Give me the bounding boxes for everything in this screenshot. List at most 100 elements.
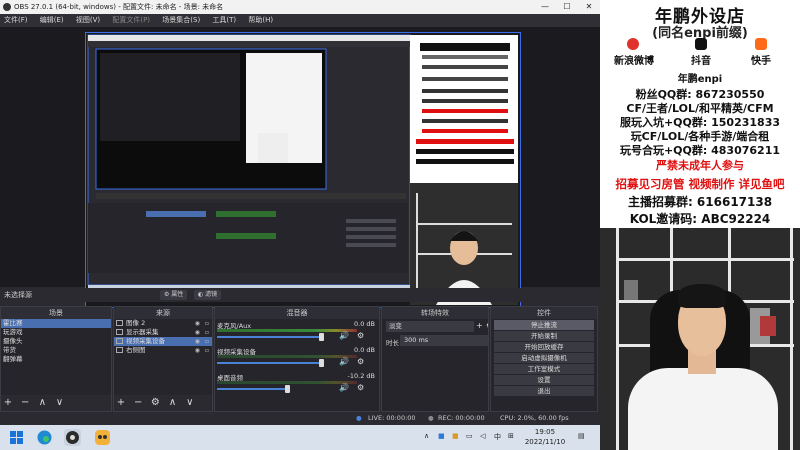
start-replay-buffer-button[interactable]: 开始回放缓存	[494, 342, 594, 352]
transition-select[interactable]: 淡变	[386, 321, 474, 332]
menu-view[interactable]: 视图(V)	[72, 14, 106, 27]
stop-streaming-button[interactable]: 停止推流	[494, 320, 594, 330]
source-item[interactable]: 显示器采集 ◉ ▫	[114, 328, 212, 337]
scene-item[interactable]: 带货	[1, 346, 111, 355]
ime-indicator[interactable]: 中	[494, 432, 501, 442]
shelf-item	[624, 280, 638, 300]
move-up-button[interactable]: ∧	[35, 395, 49, 411]
menu-profile[interactable]: 配置文件(P)	[108, 14, 156, 27]
speaker-icon[interactable]: 🔊	[339, 357, 349, 366]
duration-input[interactable]: 300 ms	[400, 335, 488, 346]
scenes-footer: + − ∧ ∨	[1, 395, 111, 411]
camera-icon	[116, 338, 123, 344]
status-bar: ● LIVE: 00:00:00 ● REC: 00:00:00 CPU: 2.…	[0, 412, 600, 425]
volume-icon[interactable]: ◁	[480, 432, 485, 440]
person-hair	[678, 284, 726, 308]
remove-scene-button[interactable]: −	[18, 395, 32, 411]
move-down-button[interactable]: ∨	[53, 395, 67, 411]
filters-label: 滤镜	[205, 291, 218, 298]
filters-button[interactable]: ◐ 滤镜	[194, 290, 222, 300]
eye-icon[interactable]: ◉	[195, 337, 200, 346]
close-button[interactable]: ✕	[578, 0, 600, 14]
volume-knob[interactable]	[319, 333, 324, 341]
person-shirt	[628, 368, 778, 450]
controls-body: 停止推流 开始录制 开始回放缓存 启动虚拟摄像机 工作室模式 设置 退出	[491, 319, 597, 411]
image-icon	[116, 347, 123, 353]
properties-button[interactable]: ⚙ 属性	[160, 290, 188, 300]
menu-edit[interactable]: 编辑(E)	[36, 14, 70, 27]
volume-knob[interactable]	[319, 359, 324, 367]
lock-icon[interactable]: ▫	[205, 328, 209, 337]
clock[interactable]: 19:05 2022/11/10	[520, 427, 570, 447]
gear-icon[interactable]: ⚙	[357, 331, 364, 340]
lock-icon[interactable]: ▫	[205, 319, 209, 328]
channel-db: 0.0 dB	[354, 320, 375, 328]
volume-knob[interactable]	[285, 385, 290, 393]
menu-help[interactable]: 帮助(H)	[244, 14, 279, 27]
add-scene-button[interactable]: +	[1, 395, 15, 411]
platform-douyin: 抖音	[691, 56, 711, 67]
start-recording-button[interactable]: 开始录制	[494, 331, 594, 341]
source-label: 图像 2	[126, 319, 146, 327]
source-item[interactable]: 右侧图 ◉ ▫	[114, 346, 212, 355]
move-up-button[interactable]: ∧	[166, 395, 180, 411]
studio-mode-button[interactable]: 工作室模式	[494, 364, 594, 374]
scene-item[interactable]: 霍比赛	[1, 319, 111, 328]
menu-scene-collection[interactable]: 场景集合(S)	[158, 14, 206, 27]
source-item[interactable]: 视频采集设备 ◉ ▫	[114, 337, 212, 346]
tray-expand-icon[interactable]: ∧	[424, 432, 429, 440]
add-source-button[interactable]: +	[114, 395, 128, 411]
app-taskbar-icon[interactable]	[94, 429, 111, 446]
gear-icon[interactable]: ⚙	[357, 357, 364, 366]
volume-slider[interactable]	[217, 336, 323, 338]
exit-button[interactable]: 退出	[494, 386, 594, 396]
input-mode-icon[interactable]: ⊞	[508, 432, 514, 440]
volume-meter	[217, 329, 357, 332]
sources-list: 图像 2 ◉ ▫ 显示器采集 ◉ ▫ 视频采集设备 ◉ ▫ 右侧图 ◉ ▫	[114, 319, 212, 395]
eye-icon[interactable]: ◉	[195, 328, 200, 337]
remove-source-button[interactable]: −	[131, 395, 145, 411]
add-transition-button[interactable]: +	[476, 321, 483, 330]
tray-app-icon[interactable]: ■	[452, 432, 459, 440]
volume-slider[interactable]	[217, 362, 323, 364]
windows-start-icon[interactable]	[8, 429, 25, 446]
eye-icon[interactable]: ◉	[195, 346, 200, 355]
preview-canvas[interactable]	[85, 32, 521, 308]
notification-icon[interactable]: ▤	[578, 432, 585, 440]
menu-tools[interactable]: 工具(T)	[208, 14, 242, 27]
volume-slider[interactable]	[217, 388, 287, 390]
transitions-dock: 转场特效 淡变 + ⚙ 时长 300 ms	[381, 306, 489, 412]
menu-file[interactable]: 文件(F)	[0, 14, 34, 27]
shelf-item	[760, 316, 776, 336]
gear-icon[interactable]: ⚙	[357, 383, 364, 392]
scene-item[interactable]: 翻弹幕	[1, 355, 111, 364]
lock-icon[interactable]: ▫	[205, 346, 209, 355]
maximize-button[interactable]: ☐	[556, 0, 578, 14]
lock-icon[interactable]: ▫	[205, 337, 209, 346]
edge-browser-icon[interactable]	[36, 429, 53, 446]
eye-icon[interactable]: ◉	[195, 319, 200, 328]
mixer-title: 混音器	[215, 307, 379, 319]
source-settings-button[interactable]: ⚙	[148, 395, 162, 411]
speaker-icon[interactable]: 🔊	[339, 383, 349, 392]
settings-button[interactable]: 设置	[494, 375, 594, 385]
scenes-dock: 场景 霍比赛 玩游戏 摄像头 带货 翻弹幕 + − ∧ ∨	[0, 306, 112, 412]
move-down-button[interactable]: ∨	[183, 395, 197, 411]
scene-item[interactable]: 玩游戏	[1, 328, 111, 337]
mixer-channel: 麦克风/Aux 0.0 dB 🔊 ⚙	[215, 319, 379, 345]
volume-meter	[217, 355, 357, 358]
obs-taskbar-icon[interactable]	[64, 429, 81, 446]
gear-icon[interactable]: ⚙	[486, 321, 488, 330]
minimize-button[interactable]: —	[534, 0, 556, 14]
start-virtual-camera-button[interactable]: 启动虚拟摄像机	[494, 353, 594, 363]
tray-app-icon[interactable]: ■	[438, 432, 445, 440]
scenes-title: 场景	[1, 307, 111, 319]
mixer-channel: 视频采集设备 0.0 dB 🔊 ⚙	[215, 345, 379, 371]
scene-item[interactable]: 摄像头	[1, 337, 111, 346]
network-icon: ●	[356, 414, 362, 422]
kol-code: KOL邀请码: ABC92224	[629, 212, 771, 226]
source-label: 视频采集设备	[126, 337, 165, 345]
network-icon[interactable]: ▭	[466, 432, 473, 440]
source-item[interactable]: 图像 2 ◉ ▫	[114, 319, 212, 328]
speaker-icon[interactable]: 🔊	[339, 331, 349, 340]
